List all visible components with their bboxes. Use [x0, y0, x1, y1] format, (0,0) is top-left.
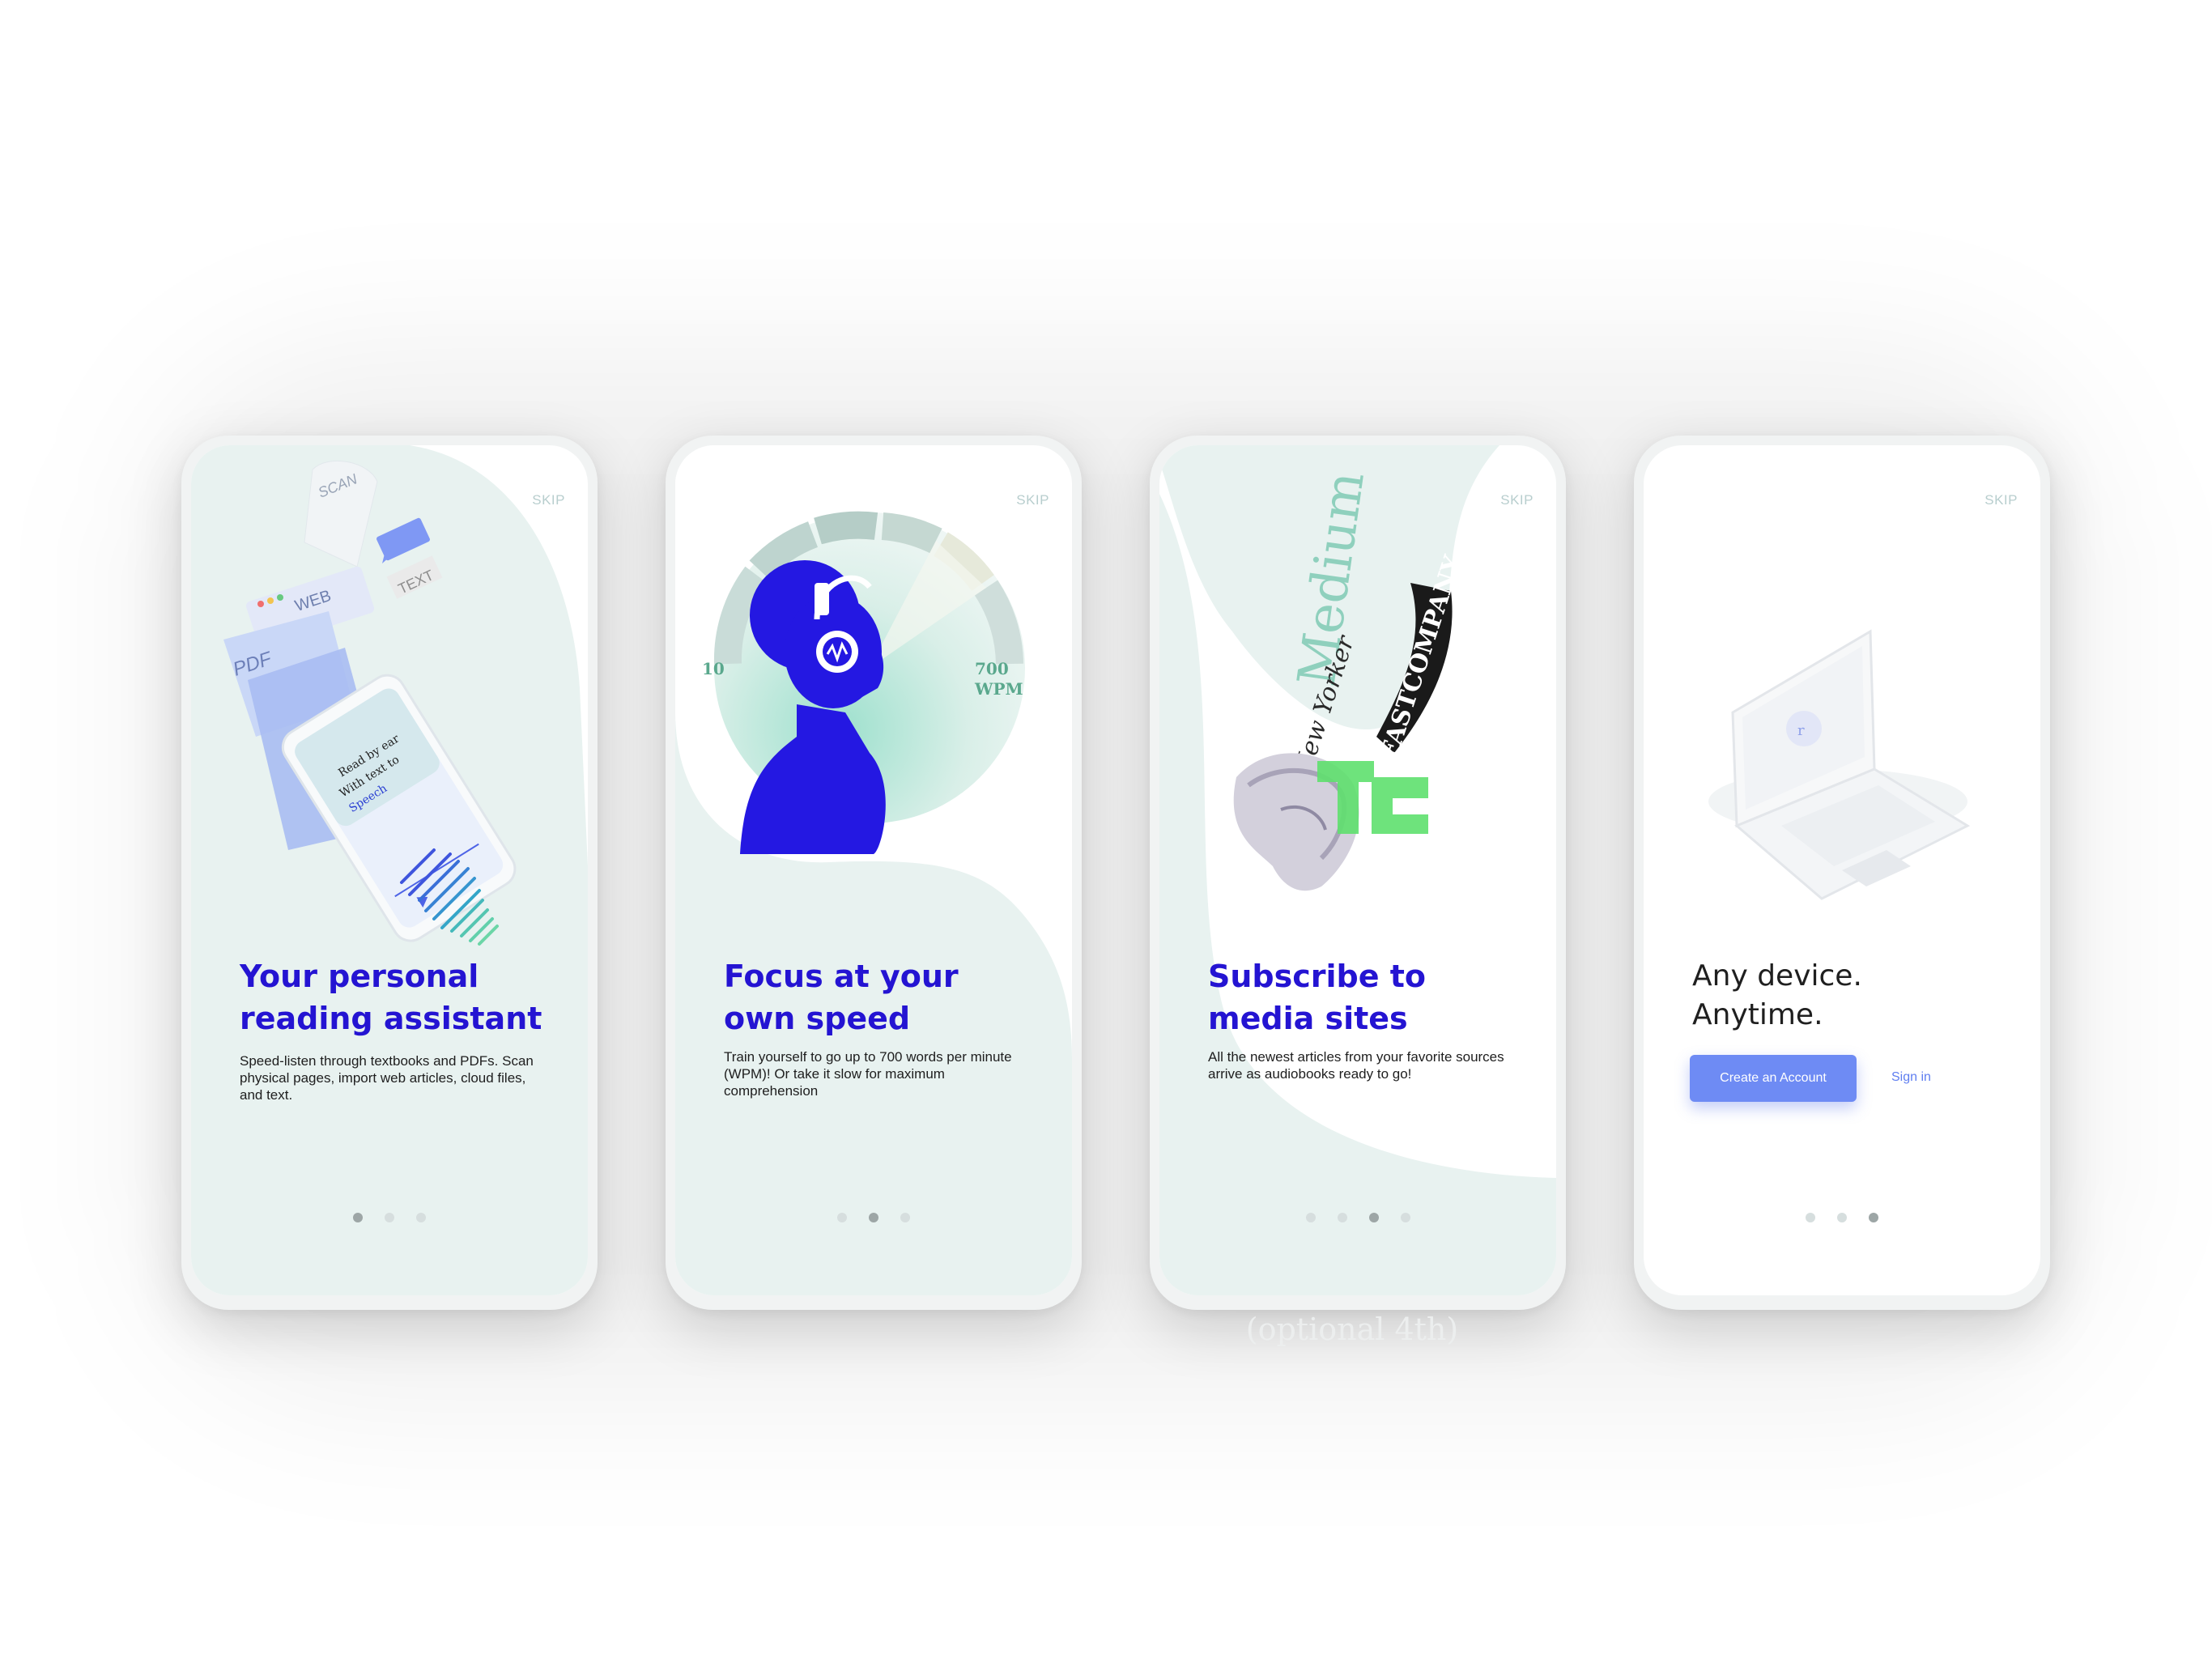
skip-button[interactable]: SKIP: [1016, 492, 1049, 508]
title-line-1: Any device.: [1692, 959, 1862, 993]
page-dot-2[interactable]: [1837, 1213, 1847, 1222]
phone-media-sites: Medium FASTCOMPANY New Yorker SKIP Subsc…: [1150, 436, 1566, 1310]
page-dot-2[interactable]: [385, 1213, 394, 1222]
phone-any-device: r SKIP Any device. Anytime. Create an Ac…: [1634, 436, 2050, 1310]
page-dot-1[interactable]: [837, 1213, 847, 1222]
page-dot-3[interactable]: [900, 1213, 910, 1222]
onboarding-screen-2: 10 700 WPM SKIP Focus at your own speed …: [675, 445, 1072, 1295]
title-line-2: own speed: [724, 1001, 911, 1036]
screen-title: Focus at your own speed: [724, 955, 1048, 1039]
gauge-min-label: 10: [702, 659, 725, 678]
onboarding-screen-1: SCAN TEXT WEB PDF Read by ear With text …: [191, 445, 588, 1295]
svg-text:r: r: [1797, 722, 1805, 739]
title-line-1: Focus at your: [724, 959, 959, 994]
page-dot-2[interactable]: [1337, 1213, 1347, 1222]
title-line-2: media sites: [1208, 1001, 1408, 1036]
title-line-1: Subscribe to: [1208, 959, 1427, 994]
skip-button[interactable]: SKIP: [532, 492, 565, 508]
title-line-2: Anytime.: [1692, 998, 1823, 1031]
phone-focus-speed: 10 700 WPM SKIP Focus at your own speed …: [666, 436, 1082, 1310]
screen-description: Train yourself to go up to 700 words per…: [724, 1049, 1012, 1099]
title-line-2: reading assistant: [240, 1001, 542, 1036]
page-dot-1[interactable]: [1305, 1213, 1316, 1222]
screen-description: Speed-listen through textbooks and PDFs.…: [240, 1053, 534, 1103]
page-indicator[interactable]: [1159, 1213, 1556, 1222]
skip-button[interactable]: SKIP: [1984, 492, 2018, 508]
screen-title: Any device. Anytime.: [1692, 957, 2016, 1035]
page-indicator[interactable]: [1644, 1213, 2040, 1222]
screen-description: All the newest articles from your favori…: [1208, 1049, 1504, 1082]
screen-title: Your personal reading assistant: [240, 955, 564, 1039]
page-dot-2[interactable]: [869, 1213, 878, 1222]
optional-4th-caption: (optional 4th): [1245, 1312, 1459, 1347]
page-dot-1[interactable]: [1806, 1213, 1815, 1222]
page-indicator[interactable]: [675, 1213, 1072, 1222]
sign-in-link[interactable]: Sign in: [1891, 1070, 1931, 1085]
documents-illustration: SCAN TEXT WEB PDF Read by ear With text …: [223, 460, 517, 946]
page-dot-1[interactable]: [353, 1213, 363, 1222]
create-account-button[interactable]: Create an Account: [1690, 1055, 1857, 1102]
gauge-unit-label: WPM: [974, 679, 1023, 699]
fast-company-logo: FASTCOMPANY: [1375, 551, 1468, 763]
onboarding-screen-4: r SKIP Any device. Anytime. Create an Ac…: [1644, 445, 2040, 1295]
chat-bubble-icon: [376, 517, 430, 561]
title-line-1: Your personal: [240, 959, 479, 994]
page-dot-3[interactable]: [1869, 1213, 1878, 1222]
skip-button[interactable]: SKIP: [1500, 492, 1534, 508]
onboarding-screen-3: Medium FASTCOMPANY New Yorker SKIP Subsc…: [1159, 445, 1556, 1295]
speed-gauge-illustration: 10 700 WPM: [702, 511, 1025, 854]
phone-reading-assistant: SCAN TEXT WEB PDF Read by ear With text …: [181, 436, 598, 1310]
page-dot-3[interactable]: [1368, 1213, 1379, 1222]
gauge-max-label: 700: [975, 659, 1009, 678]
laptop-illustration: r: [1708, 629, 1971, 900]
media-brands-illustration: Medium FASTCOMPANY New Yorker: [1233, 468, 1468, 891]
page-dot-3[interactable]: [416, 1213, 426, 1222]
page-dot-4[interactable]: [1400, 1213, 1410, 1222]
page-indicator[interactable]: [191, 1213, 588, 1222]
screen-title: Subscribe to media sites: [1208, 955, 1532, 1039]
